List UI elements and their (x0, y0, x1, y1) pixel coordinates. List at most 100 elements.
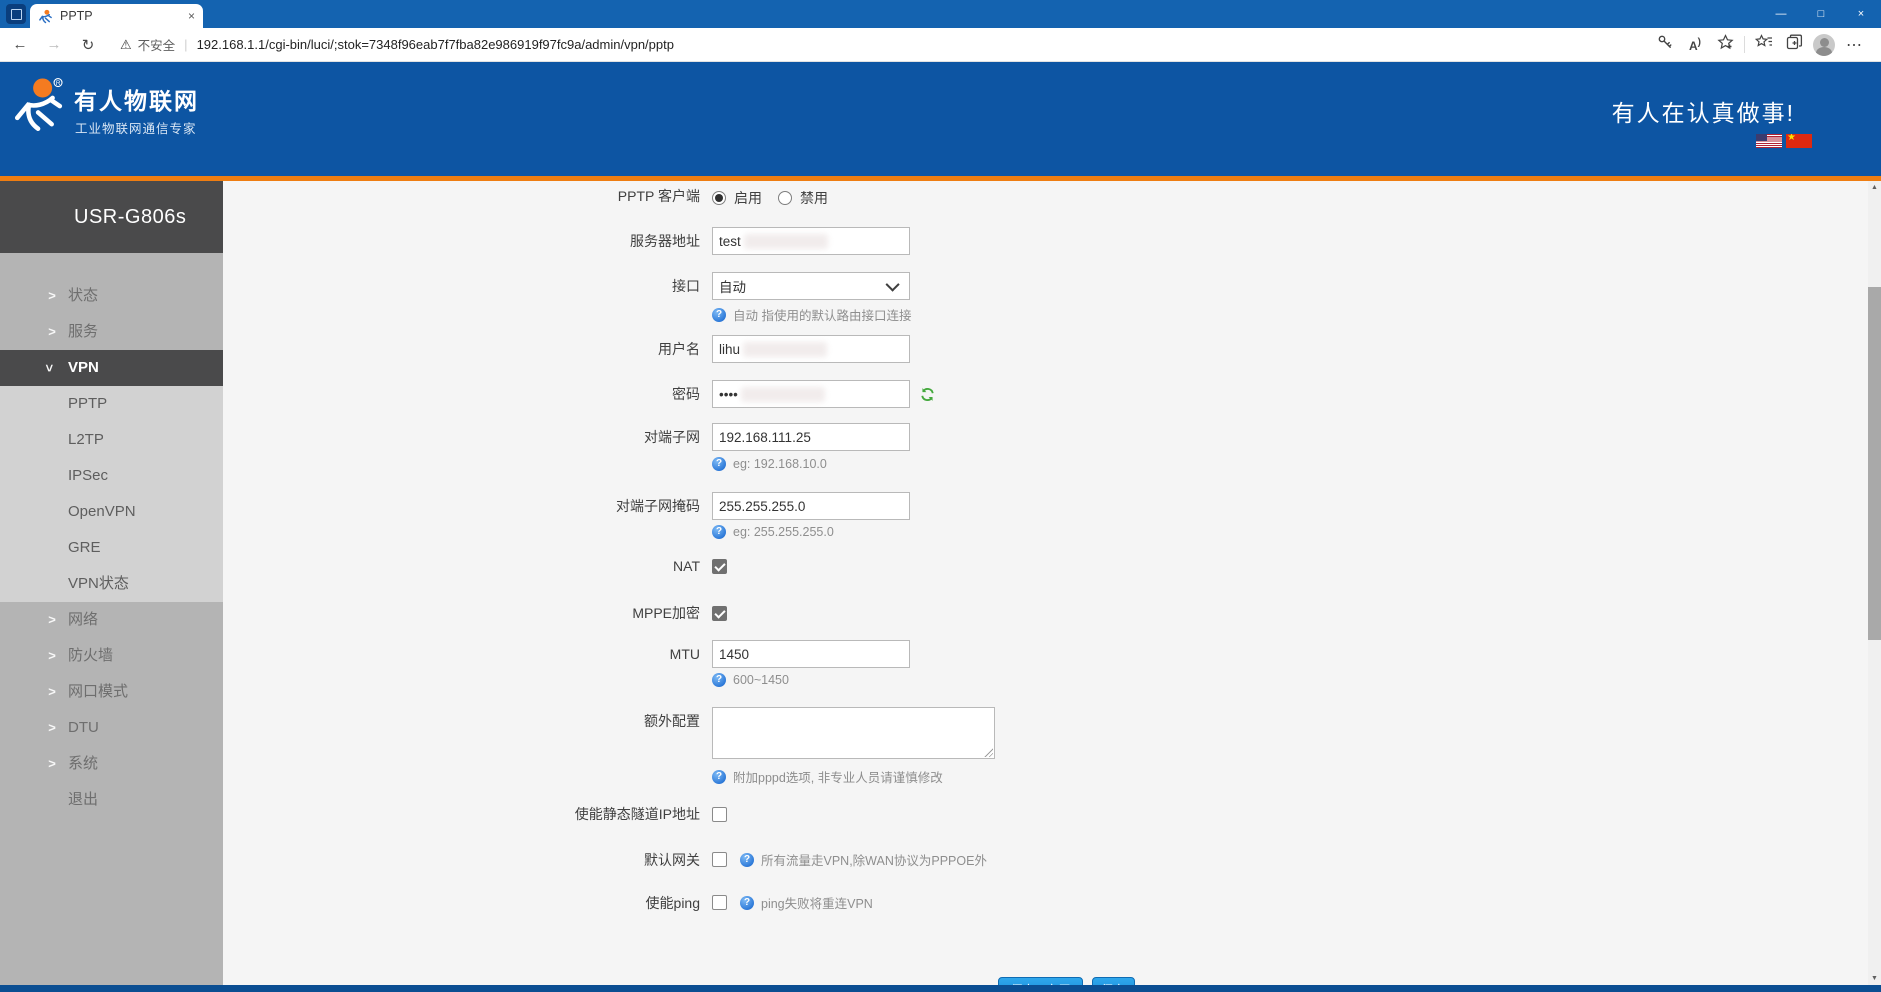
window-close-button[interactable]: × (1841, 0, 1881, 28)
enable-ping-checkbox[interactable] (712, 895, 727, 910)
sidebar-item-dtu[interactable]: > DTU (0, 710, 223, 746)
form-row-nat: NAT (223, 558, 1868, 574)
input-value: test (719, 233, 741, 249)
field-label: 对端子网 (644, 429, 700, 445)
browser-tab[interactable]: PPTP × (30, 4, 203, 28)
form-row-peer-subnet: 对端子网 192.168.111.25 (223, 423, 1868, 451)
favorites-bar-icon[interactable] (1749, 34, 1779, 55)
sidebar-item-l2tp[interactable]: L2TP (0, 422, 223, 458)
sidebar-menu: > 状态 > 服务 > VPN PPTP L2TP IPSec OpenVPN GRE… (0, 253, 223, 818)
sidebar-item-gre[interactable]: GRE (0, 530, 223, 566)
sidebar-item-network[interactable]: > 网络 (0, 602, 223, 638)
form-row-peer-mask: 对端子网掩码 255.255.255.0 (223, 492, 1868, 520)
device-model-title: USR-G806s (0, 181, 223, 253)
help-icon: ? (740, 895, 754, 910)
browser-tab-bar: PPTP × — □ × (0, 0, 1881, 28)
sidebar-item-status[interactable]: > 状态 (0, 278, 223, 314)
field-label: 服务器地址 (630, 233, 700, 249)
read-aloud-icon[interactable]: A) (1680, 37, 1710, 53)
input-value: lihu (719, 341, 741, 357)
tab-close-icon[interactable]: × (188, 4, 195, 28)
default-gateway-checkbox[interactable] (712, 852, 727, 867)
forward-icon: → (46, 36, 62, 53)
help-text: 600~1450 (733, 673, 789, 687)
address-divider: | (184, 37, 188, 52)
mtu-input[interactable]: 1450 (712, 640, 910, 668)
sidebar-item-logout[interactable]: 退出 (0, 782, 223, 818)
radio-label-disable[interactable]: 禁用 (800, 188, 828, 208)
help-icon: ? (712, 307, 726, 322)
not-secure-label[interactable]: 不安全 (138, 35, 176, 54)
collections-icon[interactable] (1779, 34, 1809, 55)
form-row-username: 用户名 lihu (223, 335, 1868, 363)
url-text[interactable]: 192.168.1.1/cgi-bin/luci/;stok=7348f96ea… (197, 37, 674, 52)
settings-more-icon[interactable]: ⋯ (1839, 35, 1869, 55)
add-favorite-icon[interactable] (1710, 33, 1740, 56)
redaction-blur (743, 233, 828, 249)
back-icon[interactable]: ← (10, 36, 30, 53)
english-flag-icon[interactable] (1756, 134, 1782, 148)
tab-actions-icon[interactable] (6, 4, 26, 24)
peer-subnet-input[interactable]: 192.168.111.25 (712, 423, 910, 451)
resize-grip[interactable] (983, 747, 993, 757)
form-row-server-address: 服务器地址 test (223, 227, 1868, 255)
password-input[interactable]: •••• (712, 380, 910, 408)
username-input[interactable]: lihu (712, 335, 910, 363)
new-tab-button[interactable] (211, 2, 237, 26)
mppe-checkbox[interactable] (712, 605, 727, 621)
radio-enable[interactable] (712, 191, 726, 205)
help-text: 自动 指使用的默认路由接口连接 (733, 309, 912, 323)
static-tunnel-ip-checkbox[interactable] (712, 806, 727, 822)
field-label: 使能ping (645, 894, 700, 911)
field-label: NAT (673, 558, 700, 574)
extra-config-textarea[interactable] (712, 707, 995, 759)
sidebar-item-openvpn[interactable]: OpenVPN (0, 494, 223, 530)
field-label: 使能静态隧道IP地址 (574, 806, 700, 822)
form-row-pptp-client: PPTP 客户端 启用 禁用 (223, 188, 1868, 208)
nat-checkbox[interactable] (712, 558, 727, 574)
svg-text:R: R (56, 80, 61, 87)
help-icon: ? (712, 525, 726, 539)
window-minimize-button[interactable]: — (1761, 0, 1801, 28)
interface-select[interactable]: 自动 (712, 272, 910, 300)
page-scrollbar[interactable]: ▲ ▼ (1868, 181, 1881, 985)
server-address-input[interactable]: test (712, 227, 910, 255)
chevron-right-icon: > (48, 288, 56, 303)
scroll-down-arrow-icon[interactable]: ▼ (1868, 975, 1881, 982)
sidebar-item-system[interactable]: > 系统 (0, 746, 223, 782)
form-row-interface: 接口 自动 (223, 272, 1868, 300)
help-icon: ? (712, 769, 726, 784)
chinese-flag-icon[interactable]: ★ (1786, 134, 1812, 148)
radio-disable[interactable] (778, 191, 792, 205)
help-interface: ? 自动 指使用的默认路由接口连接 (712, 305, 911, 324)
language-flags: ★ (1756, 134, 1812, 148)
help-peer-mask: ? eg: 255.255.255.0 (712, 525, 834, 539)
sidebar-item-pptp[interactable]: PPTP (0, 386, 223, 422)
scrollbar-thumb[interactable] (1868, 287, 1881, 640)
header-slogan: 有人在认真做事! (1611, 100, 1795, 126)
pptp-form: PPTP 客户端 启用 禁用 服务器地址 test 接口 自动 ? 自动 指使用… (223, 181, 1868, 992)
sidebar-item-port-mode[interactable]: > 网口模式 (0, 674, 223, 710)
help-icon: ? (712, 457, 726, 471)
sidebar-item-ipsec[interactable]: IPSec (0, 458, 223, 494)
sidebar-item-vpn[interactable]: > VPN (0, 350, 223, 386)
toggle-password-icon[interactable] (920, 387, 935, 402)
form-row-enable-ping: 使能ping ? ping失败将重连VPN (223, 893, 1868, 912)
password-key-icon[interactable] (1650, 34, 1680, 55)
peer-mask-input[interactable]: 255.255.255.0 (712, 492, 910, 520)
chevron-down-icon: > (42, 364, 57, 372)
sidebar-item-services[interactable]: > 服务 (0, 314, 223, 350)
input-value: •••• (719, 386, 738, 402)
radio-label-enable[interactable]: 启用 (734, 188, 762, 208)
sidebar: USR-G806s > 状态 > 服务 > VPN PPTP L2TP IPSec O… (0, 181, 223, 992)
refresh-icon[interactable]: ↻ (78, 36, 98, 54)
profile-avatar[interactable] (1813, 33, 1835, 56)
sidebar-item-firewall[interactable]: > 防火墙 (0, 638, 223, 674)
scroll-up-arrow-icon[interactable]: ▲ (1868, 184, 1881, 191)
toolbar-separator (1744, 36, 1745, 53)
address-bar[interactable]: ⚠ 不安全 | 192.168.1.1/cgi-bin/luci/;stok=7… (120, 35, 674, 54)
form-row-mtu: MTU 1450 (223, 640, 1868, 668)
sidebar-item-vpn-status[interactable]: VPN状态 (0, 566, 223, 602)
window-maximize-button[interactable]: □ (1801, 0, 1841, 28)
input-value: 255.255.255.0 (719, 498, 806, 514)
